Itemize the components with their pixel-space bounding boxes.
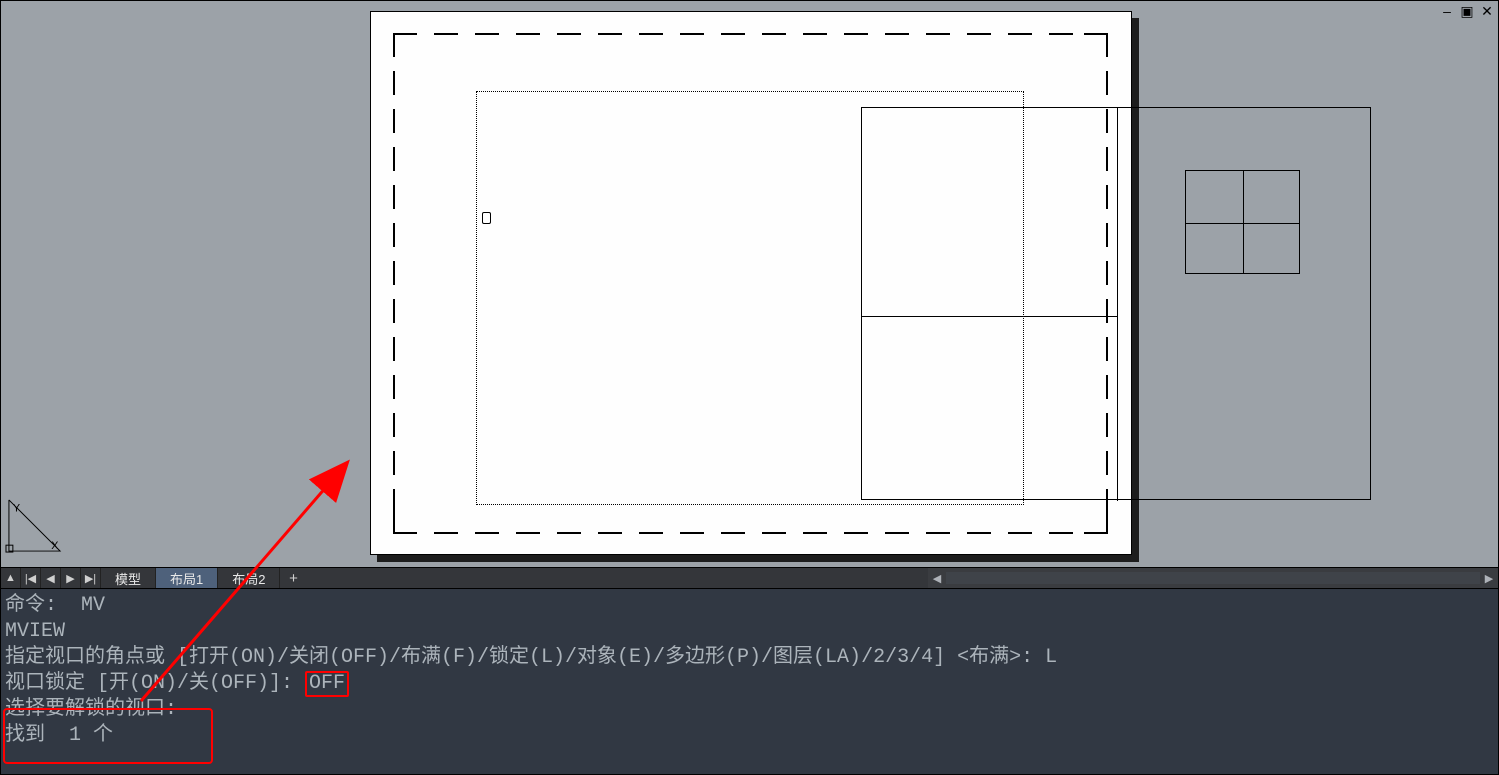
- hscroll-right[interactable]: ▶: [1480, 572, 1498, 585]
- layout-tab-strip: ▲ |◀ ◀ ▶ ▶| 模型 布局1 布局2 + ◀ ▶: [1, 567, 1498, 589]
- viewport-frame[interactable]: [861, 107, 1371, 500]
- tab-add[interactable]: +: [280, 568, 306, 588]
- drawing-canvas[interactable]: Y X ‒ ▣ ✕: [1, 1, 1498, 567]
- tab-nav-last[interactable]: ▶|: [81, 568, 101, 588]
- tab-layout2[interactable]: 布局2: [218, 568, 280, 588]
- minimize-button[interactable]: ‒: [1440, 4, 1454, 18]
- viewport-divider-vertical: [1117, 108, 1118, 501]
- tab-nav-first[interactable]: |◀: [21, 568, 41, 588]
- hscroll-left[interactable]: ◀: [928, 572, 946, 585]
- command-line-area[interactable]: 命令: MV MVIEW 指定视口的角点或 [打开(ON)/关闭(OFF)/布满…: [1, 589, 1498, 774]
- paper-sheet[interactable]: [370, 11, 1132, 555]
- viewport-subgrid: [1185, 170, 1300, 274]
- command-history-line: MVIEW: [5, 619, 1494, 645]
- command-history-line: 选择要解锁的视口:: [5, 697, 1494, 723]
- command-history-line: 视口锁定 [开(ON)/关(OFF)]: OFF: [5, 671, 1494, 697]
- restore-button[interactable]: ▣: [1460, 4, 1474, 18]
- command-history-line: 指定视口的角点或 [打开(ON)/关闭(OFF)/布满(F)/锁定(L)/对象(…: [5, 645, 1494, 671]
- tab-menu-button[interactable]: ▲: [1, 568, 21, 588]
- annotation-highlight-off: OFF: [305, 671, 349, 697]
- window-controls: ‒ ▣ ✕: [1440, 4, 1494, 18]
- viewport-divider-horizontal: [862, 316, 1117, 317]
- ucs-y-label: Y: [13, 503, 20, 515]
- tab-nav-prev[interactable]: ◀: [41, 568, 61, 588]
- close-button[interactable]: ✕: [1480, 4, 1494, 18]
- ucs-x-label: X: [51, 540, 58, 552]
- tab-nav-next[interactable]: ▶: [61, 568, 81, 588]
- hscroll-track[interactable]: [946, 572, 1480, 584]
- command-history-line: 找到 1 个: [5, 723, 1494, 749]
- tab-model[interactable]: 模型: [101, 568, 156, 588]
- command-history-line: 命令: MV: [5, 593, 1494, 619]
- ucs-icon: Y X: [5, 496, 64, 555]
- horizontal-scrollbar[interactable]: ◀ ▶: [928, 568, 1498, 588]
- viewport-grip-handle[interactable]: [482, 212, 491, 224]
- tab-layout1[interactable]: 布局1: [156, 568, 218, 588]
